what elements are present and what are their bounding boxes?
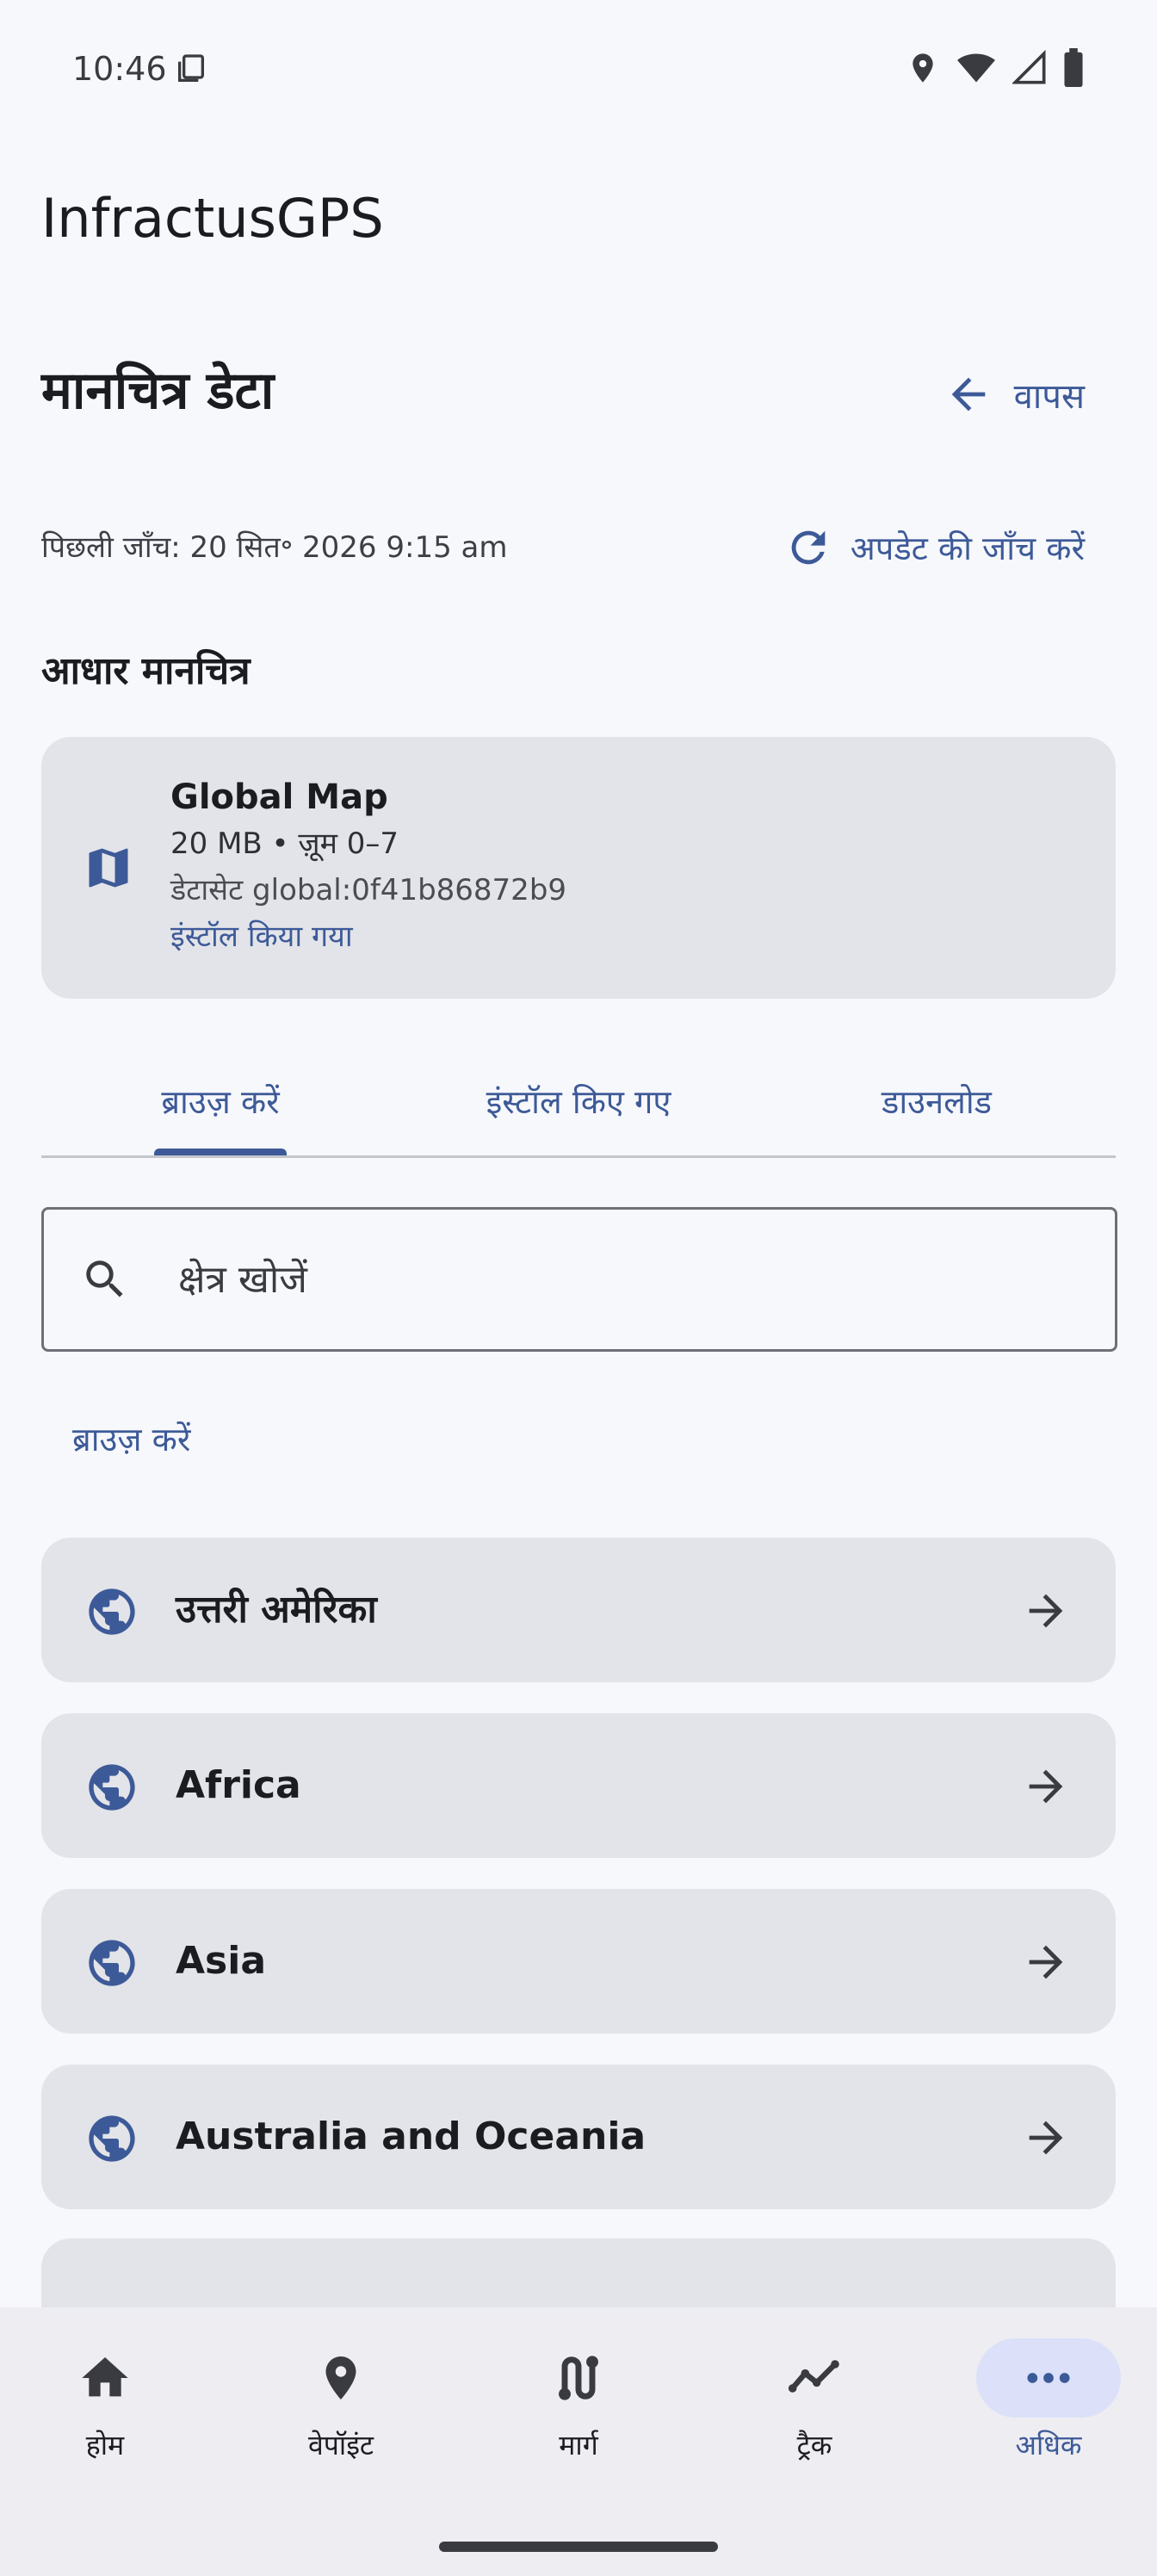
nav-tracks[interactable]: ट्रैक (728, 2338, 900, 2476)
nav-more-label: अधिक (1015, 2429, 1082, 2461)
back-button[interactable]: वापस (944, 360, 1085, 429)
status-icons (906, 48, 1085, 88)
region-item-africa[interactable]: Africa (41, 1713, 1116, 1858)
tab-downloads-label: डाउनलोड (881, 1083, 993, 1121)
base-map-name: Global Map (170, 777, 388, 817)
tab-installed[interactable]: इंस्टॉल किए गए (399, 1047, 758, 1155)
region-search-box[interactable] (41, 1207, 1117, 1352)
base-map-section-title: आधार मानचित्र (41, 649, 251, 693)
back-button-label: वापस (1013, 376, 1085, 417)
arrow-back-icon (951, 377, 985, 412)
home-indicator[interactable] (439, 2542, 718, 2552)
location-pin-icon (325, 2356, 356, 2400)
refresh-icon (791, 530, 826, 565)
region-label: Australia and Oceania (176, 2115, 647, 2158)
region-item-asia[interactable]: Asia (41, 1889, 1116, 2034)
region-label: उत्तरी अमेरिका (176, 1588, 377, 1632)
nav-routes-label: मार्ग (559, 2429, 598, 2461)
check-updates-label: अपडेट की जाँच करें (850, 529, 1085, 567)
base-map-meta: 20 MB • ज़ूम 0–7 (170, 827, 399, 861)
last-check-text: पिछली जाँच: 20 सित॰ 2026 9:15 am (41, 530, 508, 565)
tab-browse[interactable]: ब्राउज़ करें (41, 1047, 399, 1155)
nav-home-label: होम (85, 2429, 125, 2461)
nav-more[interactable]: अधिक (962, 2338, 1135, 2476)
clipboard-icon (178, 54, 204, 82)
globe-icon (89, 1588, 135, 1635)
region-search-input[interactable] (176, 1244, 1075, 1315)
region-label: Asia (176, 1939, 267, 1983)
arrow-forward-icon (1029, 1594, 1063, 1628)
tab-browse-label: ब्राउज़ करें (161, 1083, 280, 1121)
region-label: Africa (176, 1763, 301, 1807)
browse-section-label: ब्राउज़ करें (72, 1421, 191, 1458)
nav-waypoints-label: वेपॉइंट (307, 2429, 374, 2461)
arrow-forward-icon (1029, 1769, 1063, 1804)
nav-waypoints[interactable]: वेपॉइंट (255, 2338, 427, 2476)
nav-routes[interactable]: मार्ग (492, 2338, 665, 2476)
location-status-icon (913, 53, 933, 83)
bottom-navigation: होम वेपॉइंट मार्ग ट्रैक अधिक (0, 2307, 1157, 2576)
search-icon (86, 1260, 123, 1297)
nav-tracks-label: ट्रैक (796, 2429, 832, 2461)
base-map-dataset: डेटासेट global:0f41b86872b9 (170, 873, 567, 907)
route-icon (559, 2356, 598, 2400)
arrow-forward-icon (1029, 1945, 1063, 1979)
globe-icon (89, 1764, 135, 1811)
base-map-card[interactable]: Global Map 20 MB • ज़ूम 0–7 डेटासेट glob… (41, 737, 1116, 999)
signal-icon (1012, 49, 1046, 84)
check-updates-button[interactable]: अपडेट की जाँच करें (783, 517, 1085, 579)
globe-icon (89, 1940, 135, 1986)
tab-installed-label: इंस्टॉल किए गए (486, 1083, 671, 1121)
track-icon (788, 2360, 839, 2393)
tab-bar: ब्राउज़ करें इंस्टॉल किए गए डाउनलोड (41, 1047, 1116, 1158)
region-item-australia-oceania[interactable]: Australia and Oceania (41, 2065, 1116, 2209)
globe-icon (89, 2115, 135, 2162)
map-icon (89, 848, 128, 888)
page-title: मानचित्र डेटा (41, 361, 275, 421)
tab-downloads[interactable]: डाउनलोड (758, 1047, 1116, 1155)
home-icon (82, 2357, 128, 2397)
more-icon (1027, 2373, 1070, 2383)
wifi-icon (957, 53, 995, 83)
base-map-status: इंस्टॉल किया गया (170, 920, 353, 954)
nav-home[interactable]: होम (19, 2338, 191, 2476)
battery-icon (1064, 48, 1083, 88)
arrow-forward-icon (1029, 2121, 1063, 2155)
app-title: InfractusGPS (41, 187, 384, 250)
region-item-north-america[interactable]: उत्तरी अमेरिका (41, 1538, 1116, 1682)
status-time: 10:46 (72, 50, 167, 88)
